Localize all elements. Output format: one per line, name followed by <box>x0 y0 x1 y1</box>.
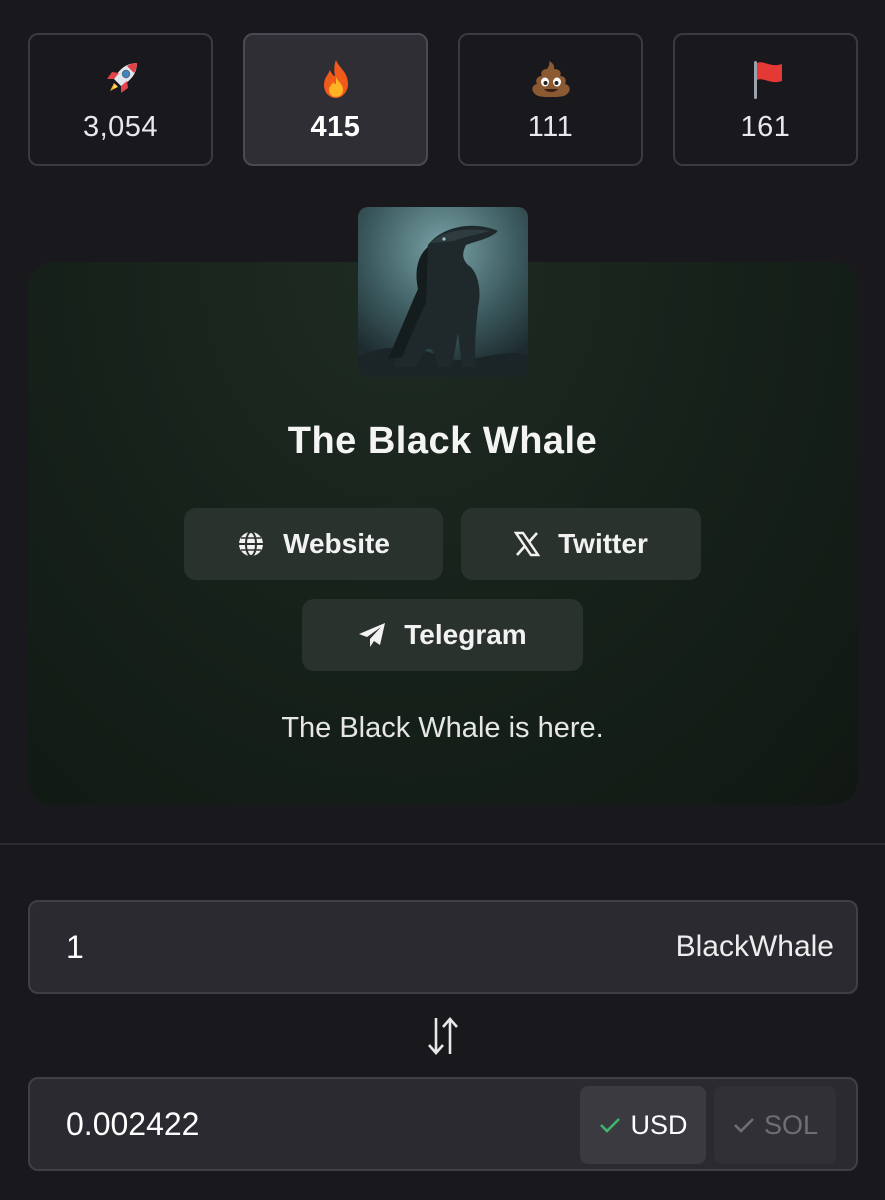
whale-creature-image <box>358 207 528 377</box>
fire-icon <box>323 60 348 98</box>
x-logo-icon <box>514 531 541 557</box>
twitter-button[interactable]: Twitter <box>461 508 701 580</box>
reaction-rocket[interactable]: 3,054 <box>28 33 213 166</box>
token-name: The Black Whale <box>287 420 598 462</box>
reaction-count: 111 <box>527 111 574 143</box>
reaction-count: 415 <box>310 111 361 143</box>
usd-label: USD <box>630 1109 688 1140</box>
rocket-icon <box>106 63 137 93</box>
twitter-label: Twitter <box>558 528 648 559</box>
website-button[interactable]: Website <box>184 508 443 580</box>
token-symbol-label: BlackWhale <box>675 930 834 963</box>
reaction-count: 3,054 <box>82 111 159 143</box>
token-page: 3,054 415 111 161 The Black Whale Websit… <box>0 0 885 1200</box>
reaction-red-flag[interactable]: 161 <box>673 33 858 166</box>
red-flag-icon <box>753 61 782 99</box>
website-label: Website <box>283 528 390 559</box>
sol-label: SOL <box>763 1109 819 1140</box>
section-divider <box>0 843 885 845</box>
token-amount-input[interactable] <box>66 902 546 992</box>
reaction-bar: 3,054 415 111 161 <box>28 33 858 166</box>
reaction-poop[interactable]: 111 <box>458 33 643 166</box>
check-icon <box>600 1118 621 1133</box>
check-icon <box>734 1118 754 1133</box>
token-description: The Black Whale is here. <box>281 712 604 744</box>
token-avatar <box>358 207 528 377</box>
token-amount-field[interactable]: BlackWhale <box>28 900 858 994</box>
usd-toggle[interactable]: USD <box>580 1086 706 1164</box>
sol-toggle[interactable]: SOL <box>714 1086 836 1164</box>
price-input[interactable] <box>66 1079 546 1169</box>
swap-arrows-icon[interactable] <box>424 1014 462 1058</box>
telegram-button[interactable]: Telegram <box>302 599 583 671</box>
telegram-label: Telegram <box>404 619 527 650</box>
reaction-count: 161 <box>740 111 791 143</box>
reaction-fire[interactable]: 415 <box>243 33 428 166</box>
price-field[interactable]: USD SOL <box>28 1077 858 1171</box>
globe-icon <box>239 531 264 557</box>
telegram-icon <box>359 623 386 647</box>
poop-icon <box>531 61 570 97</box>
